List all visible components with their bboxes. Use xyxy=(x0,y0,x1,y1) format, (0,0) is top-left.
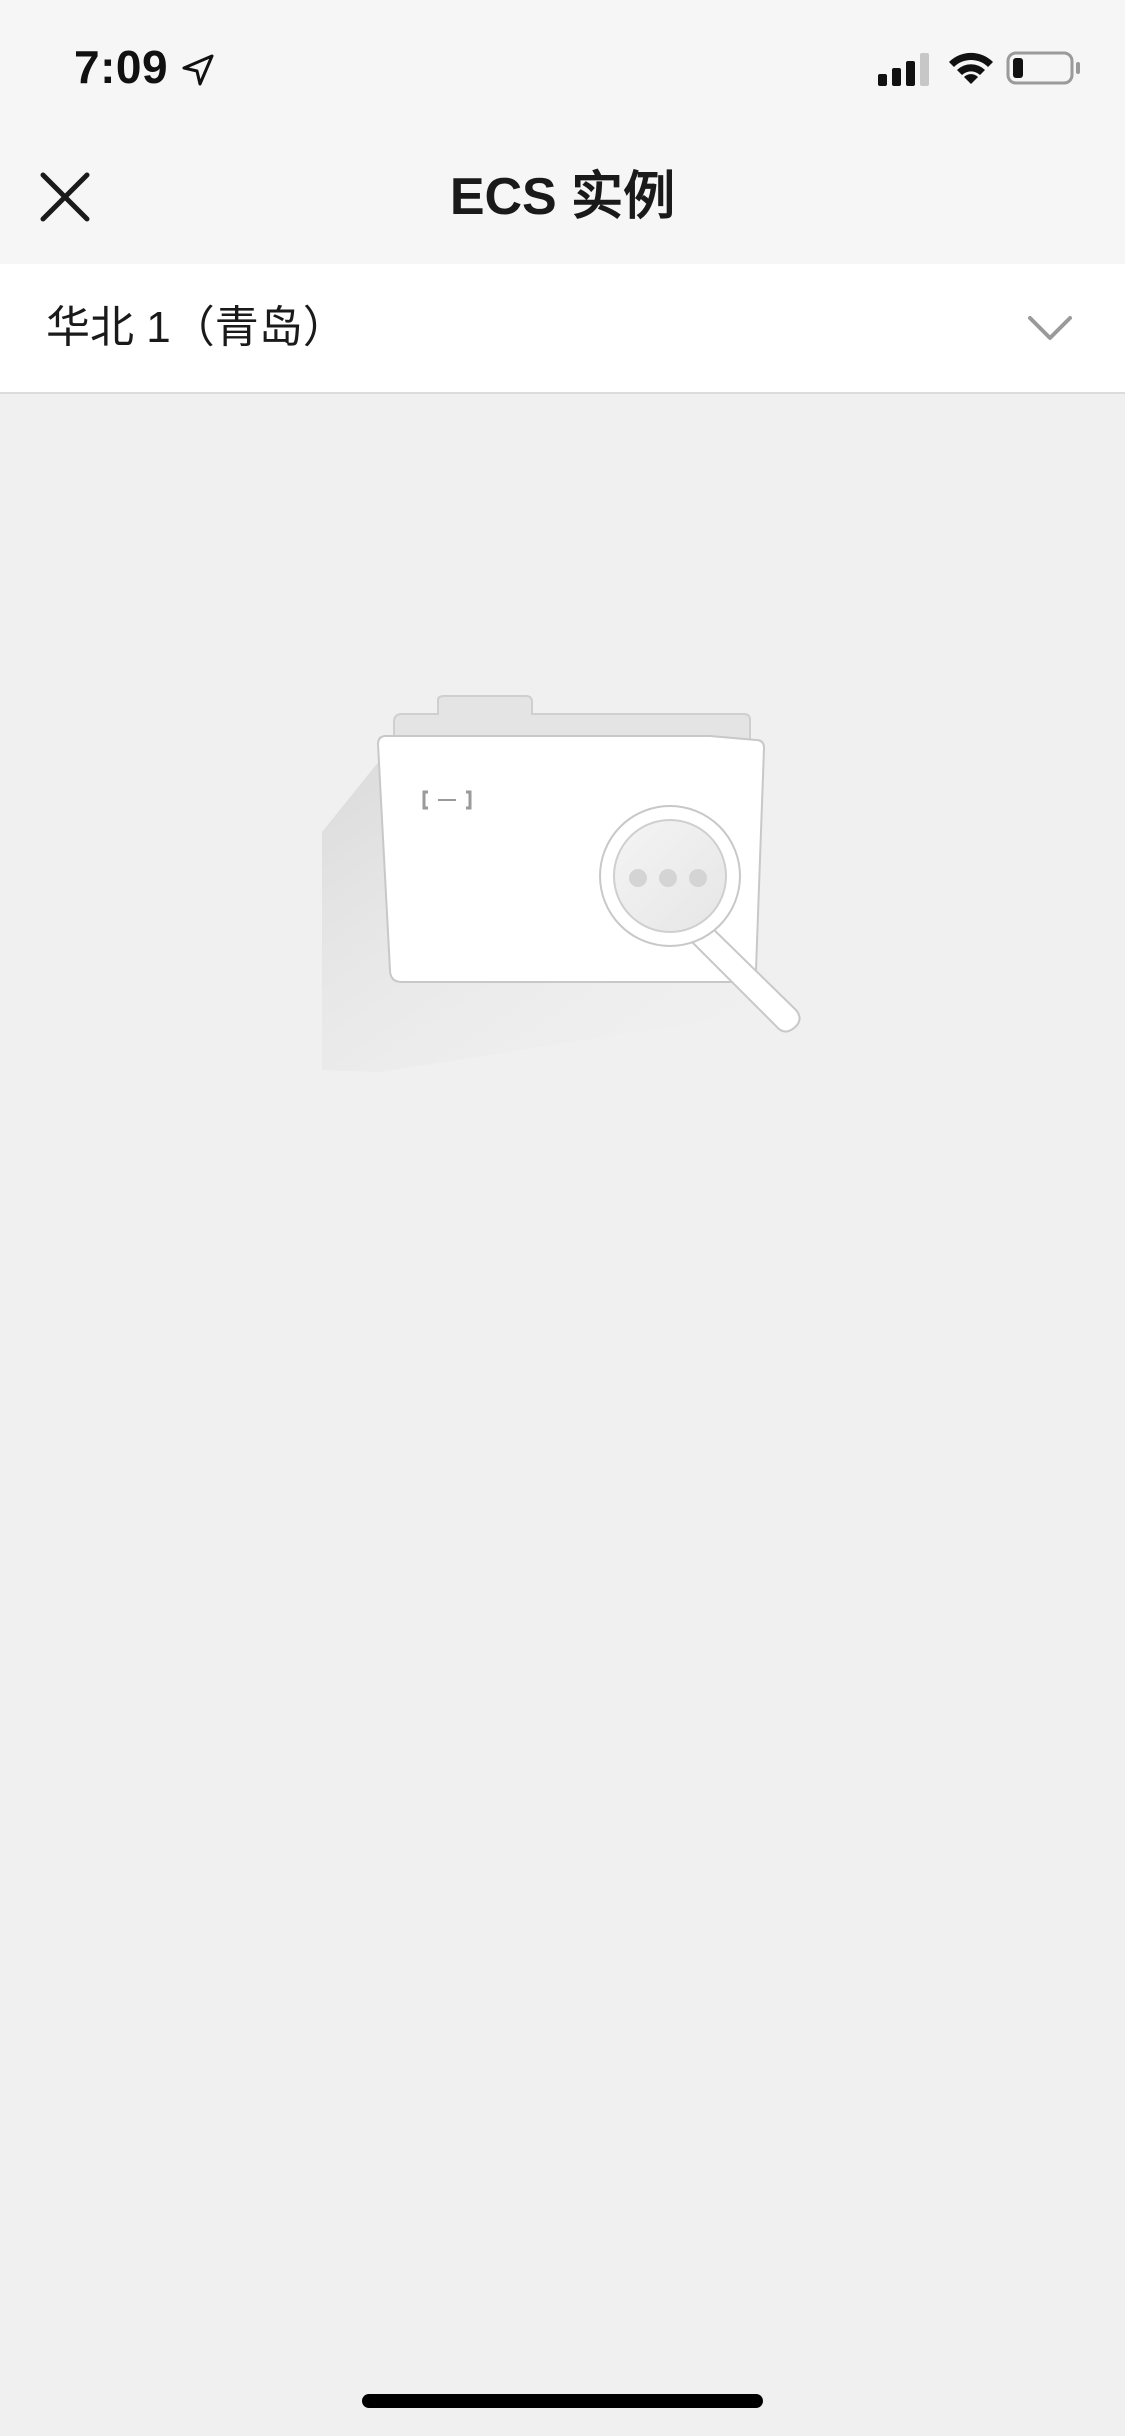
battery-icon xyxy=(1006,51,1080,85)
region-label: 华北 1（青岛） xyxy=(46,303,347,352)
location-arrow-icon xyxy=(182,54,214,86)
chevron-down-icon xyxy=(1028,316,1072,340)
empty-folder-search-icon xyxy=(322,695,801,1072)
status-time: 7:09 xyxy=(74,41,169,93)
wifi-icon xyxy=(949,52,993,84)
nav-bar: ECS 实例 xyxy=(0,132,1125,264)
region-selector[interactable]: 华北 1（青岛） xyxy=(0,264,1125,394)
status-bar: 7:09 xyxy=(0,0,1125,132)
page-title: ECS 实例 xyxy=(449,168,676,226)
home-indicator[interactable] xyxy=(362,2394,763,2408)
cellular-signal-icon xyxy=(878,53,929,86)
